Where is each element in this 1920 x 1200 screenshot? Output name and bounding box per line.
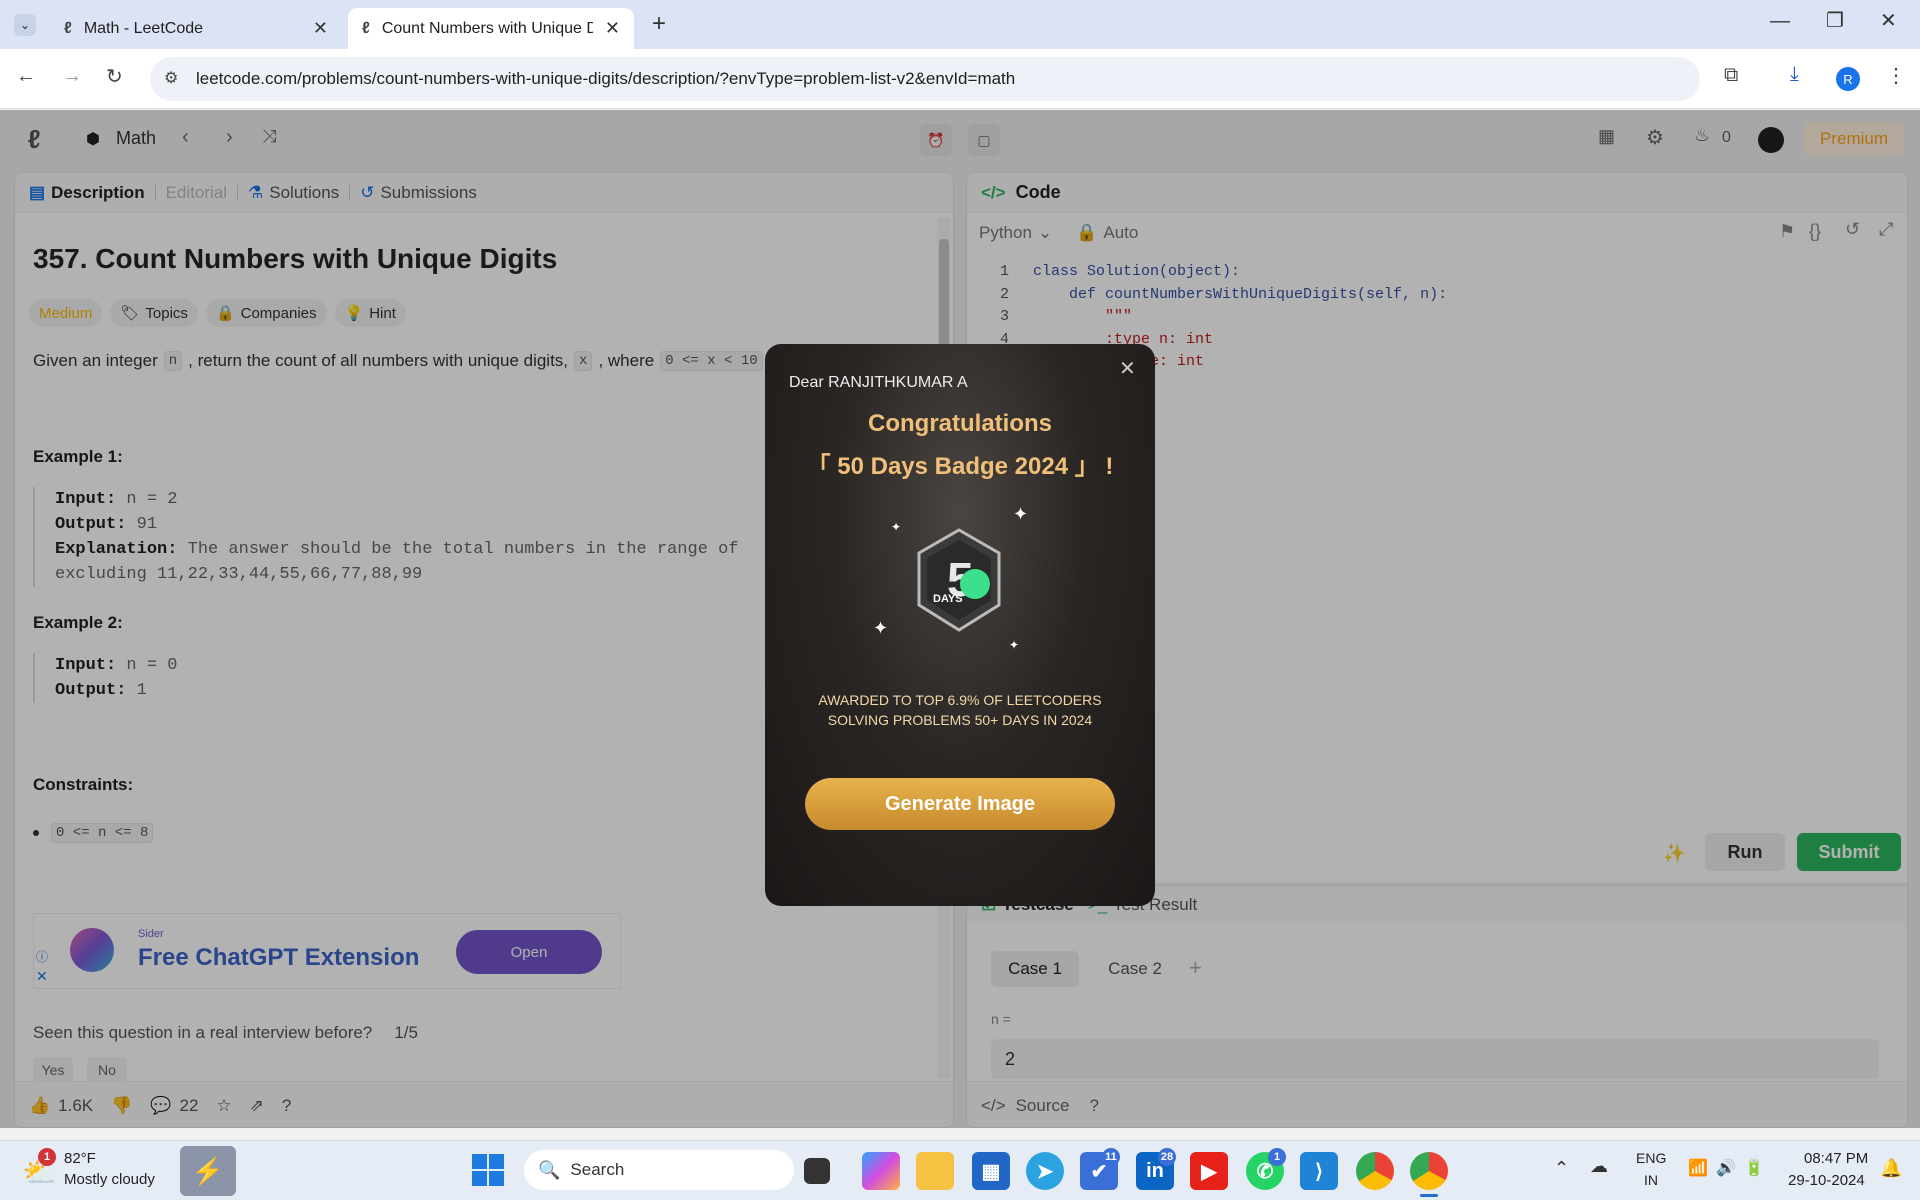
modal-greeting: Dear RANJITHKUMAR A — [789, 374, 968, 391]
vscode-icon[interactable]: ⟩ — [1300, 1152, 1338, 1190]
task-view-icon[interactable] — [804, 1158, 830, 1184]
copilot-icon[interactable] — [862, 1152, 900, 1190]
taskbar-search[interactable]: 🔍 Search — [524, 1150, 794, 1190]
site-info-icon[interactable]: ⚙ — [164, 68, 178, 88]
onedrive-icon[interactable]: ☁ — [1590, 1156, 1608, 1177]
download-icon[interactable]: ⤓ — [1790, 63, 1799, 86]
extensions-icon[interactable]: ⧉ — [1724, 64, 1738, 87]
tab-search-icon[interactable]: ⌄ — [14, 14, 36, 36]
chrome-profile-icon[interactable] — [1410, 1152, 1448, 1190]
reload-icon[interactable]: ↻ — [106, 64, 123, 89]
sparkle-icon: ✦ — [1009, 638, 1020, 652]
badge-modal: ✕ Dear RANJITHKUMAR A Congratulations 「 … — [765, 344, 1155, 906]
modal-close-icon[interactable]: ✕ — [1119, 356, 1136, 381]
chrome-icon[interactable] — [1356, 1152, 1394, 1190]
modal-congrats: Congratulations — [868, 410, 1052, 437]
telegram-icon[interactable]: ➤ — [1026, 1152, 1064, 1190]
close-window-icon[interactable]: ✕ — [1880, 8, 1897, 33]
volume-icon[interactable]: 🔊 — [1716, 1158, 1736, 1178]
url-field[interactable]: ⚙ leetcode.com/problems/count-numbers-wi… — [150, 57, 1700, 101]
svg-text:DAYS: DAYS — [933, 593, 963, 605]
file-explorer-icon[interactable] — [916, 1152, 954, 1190]
youtube-icon[interactable]: ▶ — [1190, 1152, 1228, 1190]
awarded-line: AWARDED TO TOP 6.9% OF LEETCODERS — [818, 692, 1102, 708]
fifty-days-badge-icon: 5 DAYS — [917, 528, 1001, 632]
search-label: Search — [570, 1160, 625, 1179]
browser-tab-strip: ⌄ ℓ Math - LeetCode ✕ ℓ Count Numbers wi… — [0, 0, 1920, 49]
notification-bell-icon[interactable]: 🔔 — [1880, 1158, 1902, 1179]
close-tab-icon[interactable]: ✕ — [605, 18, 620, 39]
weather-badge: 1 — [38, 1148, 56, 1166]
back-icon[interactable]: ← — [16, 65, 36, 88]
pinned-app-icon[interactable]: ⚡ — [180, 1146, 236, 1196]
browser-tab-math[interactable]: ℓ Math - LeetCode ✕ — [50, 8, 342, 49]
tab-title: Count Numbers with Unique Di — [381, 19, 593, 37]
awarded-line: SOLVING PROBLEMS 50+ DAYS IN 2024 — [827, 712, 1093, 728]
minimize-icon[interactable]: — — [1770, 10, 1790, 33]
awarded-text: AWARDED TO TOP 6.9% OF LEETCODERS SOLVIN… — [765, 690, 1155, 730]
close-tab-icon[interactable]: ✕ — [313, 18, 328, 39]
clock-time[interactable]: 08:47 PM — [1804, 1150, 1868, 1167]
leetcode-favicon-icon: ℓ — [64, 19, 72, 37]
lang-line-2[interactable]: IN — [1644, 1172, 1658, 1188]
weather-temp: 82°F — [64, 1150, 96, 1167]
whatsapp-badge: 1 — [1268, 1148, 1286, 1166]
sparkle-icon: ✦ — [1013, 504, 1029, 524]
sparkle-icon: ✦ — [891, 520, 902, 534]
linkedin-badge: 28 — [1158, 1148, 1176, 1166]
search-icon: 🔍 — [538, 1159, 561, 1180]
wifi-icon[interactable]: 📶 — [1688, 1158, 1708, 1178]
tray-chevron-up-icon[interactable]: ⌃ — [1554, 1158, 1569, 1179]
leetcode-favicon-icon: ℓ — [362, 19, 370, 37]
windows-taskbar — [0, 1140, 1920, 1200]
weather-desc: Mostly cloudy — [64, 1171, 155, 1188]
modal-badge-name: 「 50 Days Badge 2024 」 ! — [806, 453, 1114, 480]
url-text: leetcode.com/problems/count-numbers-with… — [196, 69, 1016, 88]
browser-menu-icon[interactable]: ⋮ — [1886, 63, 1906, 88]
store-icon[interactable]: ▦ — [972, 1152, 1010, 1190]
battery-icon[interactable]: 🔋 — [1744, 1158, 1764, 1178]
sparkle-icon: ✦ — [873, 618, 889, 638]
lang-line-1[interactable]: ENG — [1636, 1150, 1666, 1166]
new-tab-icon[interactable]: + — [652, 10, 666, 38]
generate-image-button[interactable]: Generate Image — [805, 778, 1115, 830]
restore-icon[interactable]: ❐ — [1826, 8, 1844, 33]
browser-tab-active[interactable]: ℓ Count Numbers with Unique Di ✕ — [348, 8, 634, 49]
forward-icon[interactable]: → — [62, 65, 82, 88]
todo-badge: 11 — [1102, 1148, 1120, 1166]
tab-title: Math - LeetCode — [83, 19, 204, 37]
active-app-indicator — [1420, 1194, 1438, 1197]
start-windows-icon[interactable] — [472, 1154, 504, 1186]
clock-date[interactable]: 29-10-2024 — [1788, 1172, 1865, 1189]
profile-avatar[interactable]: R — [1836, 67, 1860, 91]
